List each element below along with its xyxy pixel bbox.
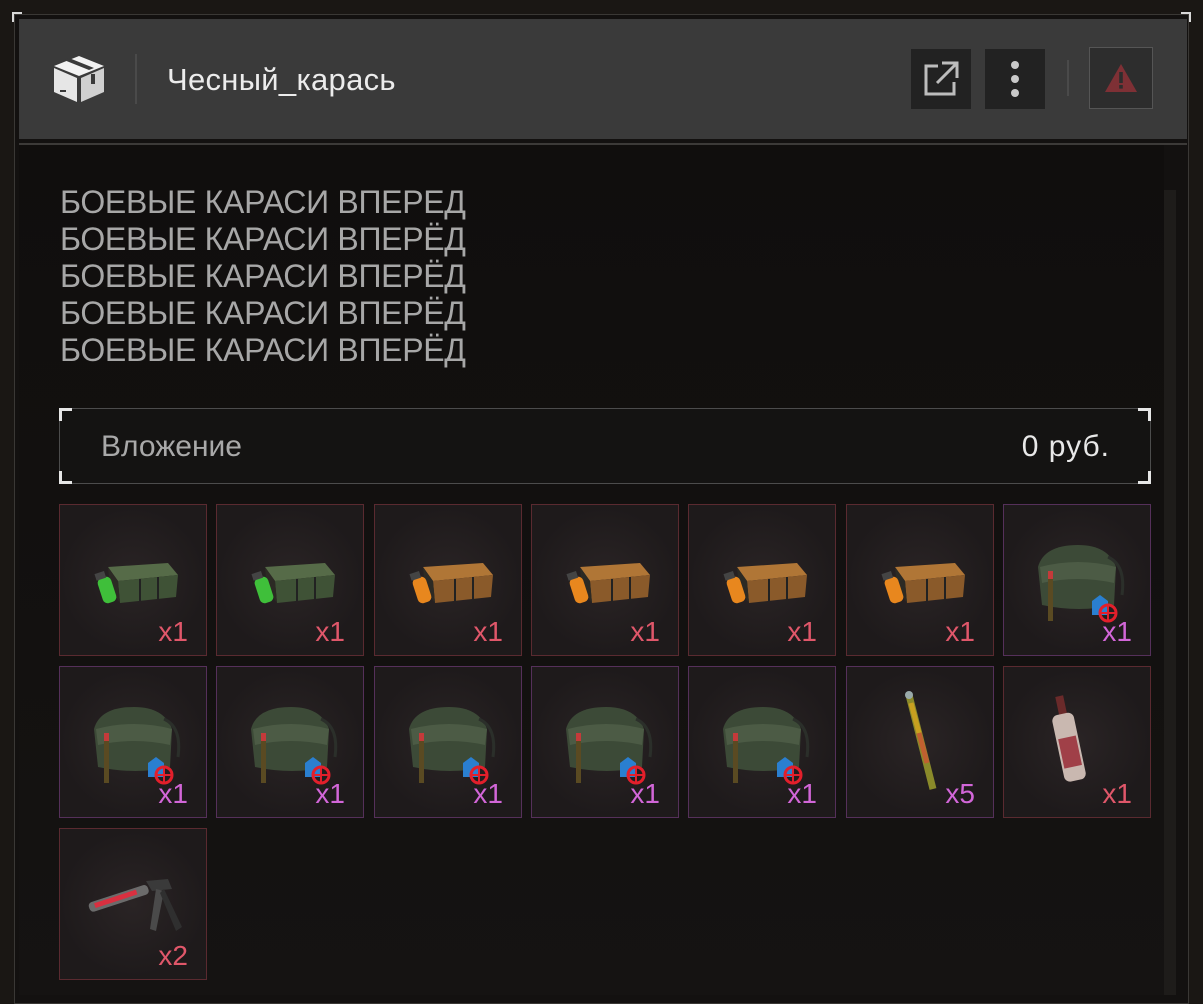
investment-label: Вложение: [101, 430, 242, 463]
item-slot-green-crate[interactable]: x1: [59, 504, 207, 656]
item-quantity: x5: [945, 778, 975, 809]
item-quantity: x1: [1102, 778, 1132, 809]
item-quantity: x1: [315, 778, 345, 809]
item-slot-orange-crate[interactable]: x1: [531, 504, 679, 656]
item-slot-green-crate[interactable]: x1: [216, 504, 364, 656]
item-quantity: x1: [158, 778, 188, 809]
more-options-button[interactable]: [985, 49, 1045, 109]
header-separator: [1067, 60, 1069, 96]
warning-icon: [1105, 64, 1137, 92]
item-quantity: x1: [473, 616, 503, 647]
item-slot-orange-crate[interactable]: x1: [846, 504, 994, 656]
description-line: БОЕВЫЕ КАРАСИ ВПЕРЁД: [60, 332, 466, 368]
item-quantity: x1: [315, 616, 345, 647]
item-slot-bottle[interactable]: x1: [1003, 666, 1151, 818]
description-line: БОЕВЫЕ КАРАСИ ВПЕРЕД: [60, 184, 466, 220]
header-separator: [135, 54, 137, 104]
description-line: БОЕВЫЕ КАРАСИ ВПЕРЁД: [60, 295, 466, 331]
item-quantity: x1: [787, 778, 817, 809]
description-line: БОЕВЫЕ КАРАСИ ВПЕРЁД: [60, 258, 466, 294]
external-link-icon: [924, 61, 959, 96]
item-quantity: x1: [630, 616, 660, 647]
report-button[interactable]: [1089, 47, 1153, 109]
item-slot-military-bag[interactable]: x1: [374, 666, 522, 818]
item-quantity: x1: [473, 778, 503, 809]
description-line: БОЕВЫЕ КАРАСИ ВПЕРЁД: [60, 221, 466, 257]
item-slot-orange-crate[interactable]: x1: [374, 504, 522, 656]
item-slot-injector[interactable]: x2: [59, 828, 207, 980]
open-external-button[interactable]: [911, 49, 971, 109]
item-slot-rocket-stick[interactable]: x5: [846, 666, 994, 818]
item-quantity: x1: [945, 616, 975, 647]
item-slot-military-bag[interactable]: x1: [216, 666, 364, 818]
investment-box: Вложение 0 руб.: [59, 408, 1151, 484]
item-slot-military-bag[interactable]: x1: [59, 666, 207, 818]
item-quantity: x1: [787, 616, 817, 647]
package-icon: [54, 56, 104, 102]
case-description: БОЕВЫЕ КАРАСИ ВПЕРЕД БОЕВЫЕ КАРАСИ ВПЕРЁ…: [60, 184, 466, 369]
more-vertical-icon: [1011, 61, 1019, 97]
item-quantity: x1: [630, 778, 660, 809]
item-slot-military-bag[interactable]: x1: [531, 666, 679, 818]
item-quantity: x1: [1102, 616, 1132, 647]
scrollbar[interactable]: [1164, 190, 1176, 995]
item-slot-military-bag[interactable]: x1: [1003, 504, 1151, 656]
box-corner: [59, 408, 72, 421]
item-slot-orange-crate[interactable]: x1: [688, 504, 836, 656]
box-corner: [1138, 471, 1151, 484]
item-quantity: x1: [158, 616, 188, 647]
investment-value: 0 руб.: [1021, 430, 1110, 463]
box-corner: [59, 471, 72, 484]
item-quantity: x2: [158, 940, 188, 971]
item-slot-military-bag[interactable]: x1: [688, 666, 836, 818]
page-title: Чесный_карась: [167, 62, 396, 97]
box-corner: [1138, 408, 1151, 421]
